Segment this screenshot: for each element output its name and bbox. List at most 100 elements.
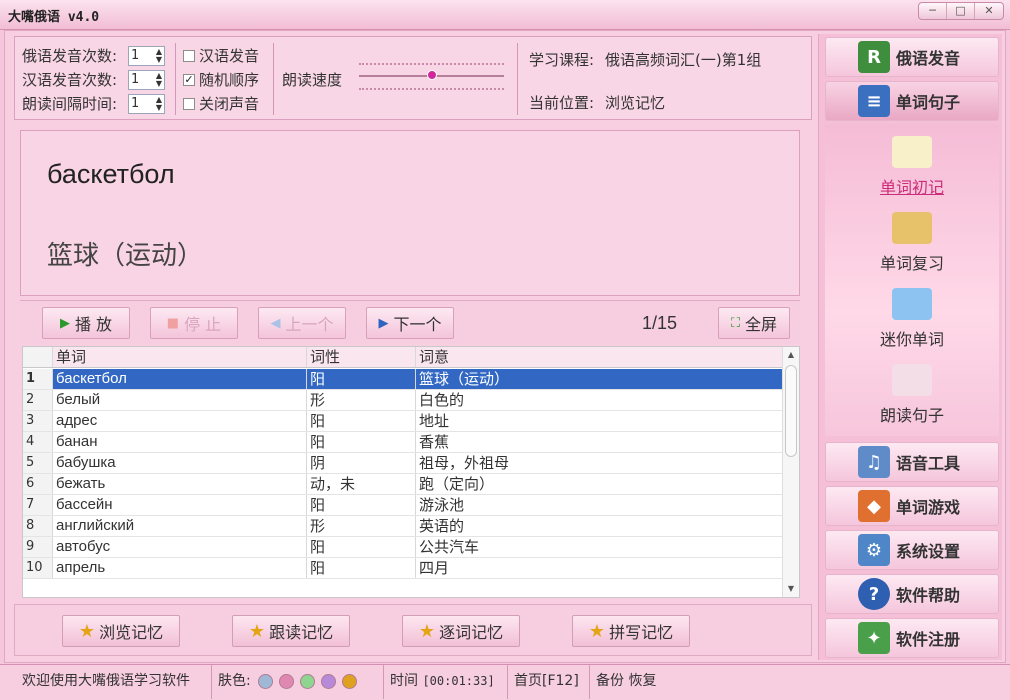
word-table: 单词 词性 词意 1 баскетбол 阳篮球（运动） 2 белый 形白色的 3 адр…	[22, 346, 800, 598]
row-word: бассейн	[53, 495, 307, 515]
skin-swatch-icon[interactable]	[342, 673, 358, 689]
sidebar-help[interactable]: ? 软件帮助	[825, 574, 999, 614]
backup-link[interactable]: 备份	[596, 673, 624, 689]
table-row[interactable]: 1 баскетбол 阳篮球（运动）	[23, 369, 783, 390]
row-meaning: 英语的	[416, 516, 783, 536]
sidebar-register[interactable]: ✦ 软件注册	[825, 618, 999, 658]
fullscreen-button[interactable]: ⛶ 全屏	[718, 307, 790, 339]
sidebar-russian-pronunciation[interactable]: R 俄语发音	[825, 37, 999, 77]
sub-read-sentences[interactable]: 朗读句子	[825, 364, 999, 426]
divider	[517, 43, 518, 115]
skin-swatch-icon[interactable]	[321, 673, 337, 689]
close-button[interactable]: ✕	[975, 3, 1003, 19]
play-label: 播 放	[74, 315, 113, 334]
ru-times-value: 1	[131, 48, 140, 63]
current-meaning: 篮球（运动）	[47, 241, 204, 271]
skin-swatch-icon[interactable]	[300, 673, 316, 689]
scroll-thumb[interactable]	[785, 365, 797, 457]
home-link[interactable]: 首页[F12]	[508, 665, 590, 699]
play-icon: ▶	[59, 315, 70, 331]
sidebar-label: 俄语发音	[896, 49, 961, 68]
play-button[interactable]: ▶ 播 放	[42, 307, 130, 339]
table-row[interactable]: 8 английский 形英语的	[23, 516, 783, 537]
row-index: 1	[23, 369, 53, 389]
sidebar-label: 软件注册	[896, 630, 961, 649]
cn-times-spinner[interactable]: 1 ▲ ▼	[128, 70, 165, 90]
slider-thumb[interactable]	[427, 70, 437, 80]
skin-swatch-icon[interactable]	[279, 673, 295, 689]
table-row[interactable]: 3 адрес 阳地址	[23, 411, 783, 432]
spin-arrows-icon[interactable]: ▲ ▼	[156, 48, 162, 64]
header-word[interactable]: 单词	[53, 347, 307, 367]
header-pos[interactable]: 词性	[307, 347, 416, 367]
row-pos: 阳	[307, 432, 416, 452]
spelling-button[interactable]: ★ 拼写记忆	[572, 615, 690, 647]
random-order-checkbox[interactable]: ✓ 随机顺序	[183, 69, 259, 90]
speed-slider[interactable]	[359, 61, 504, 91]
sidebar-voice-tools[interactable]: ♫ 语音工具	[825, 442, 999, 482]
row-meaning: 跑（定向）	[416, 474, 783, 494]
row-index: 2	[23, 390, 53, 410]
sidebar-word-sentence[interactable]: ≡ 单词句子	[825, 81, 999, 121]
row-index: 8	[23, 516, 53, 536]
settings-panel: 俄语发音次数: 1 ▲ ▼ 汉语发音次数: 1 ▲ ▼ 朗读间隔时间: 1 ▲ ▼ 汉语发音…	[14, 36, 812, 120]
interval-spinner[interactable]: 1 ▲ ▼	[128, 94, 165, 114]
monitor-icon	[892, 288, 932, 320]
word-by-word-button[interactable]: ★ 逐词记忆	[402, 615, 520, 647]
table-row[interactable]: 5 бабушка 阴祖母，外祖母	[23, 453, 783, 474]
restore-link[interactable]: 恢复	[628, 673, 656, 689]
window-title: 大嘴俄语 v4.0	[8, 10, 100, 25]
table-header: 单词 词性 词意	[23, 347, 783, 368]
sub-word-review[interactable]: 单词复习	[825, 212, 999, 274]
table-row[interactable]: 2 белый 形白色的	[23, 390, 783, 411]
table-scrollbar[interactable]: ▲ ▼	[782, 347, 799, 597]
sidebar-system-settings[interactable]: ⚙ 系统设置	[825, 530, 999, 570]
follow-read-button[interactable]: ★ 跟读记忆	[232, 615, 350, 647]
header-index	[23, 347, 53, 367]
mute-label: 关闭声音	[199, 95, 260, 113]
sub-mini-words[interactable]: 迷你单词	[825, 288, 999, 350]
puzzle-icon: ◆	[858, 490, 890, 522]
row-pos: 阳	[307, 495, 416, 515]
row-index: 4	[23, 432, 53, 452]
stop-label: 停 止	[184, 315, 222, 334]
table-row[interactable]: 7 бассейн 阳游泳池	[23, 495, 783, 516]
scroll-down-icon[interactable]: ▼	[783, 581, 799, 597]
table-row[interactable]: 9 автобус 阳公共汽车	[23, 537, 783, 558]
stop-button[interactable]: ■ 停 止	[150, 307, 238, 339]
checkbox-box[interactable]	[183, 49, 195, 62]
row-word: баскетбол	[53, 369, 307, 389]
row-index: 6	[23, 474, 53, 494]
skin-selector: 肤色:	[212, 665, 384, 699]
sidebar-word-games[interactable]: ◆ 单词游戏	[825, 486, 999, 526]
mute-checkbox[interactable]: 关闭声音	[183, 93, 259, 114]
status-bar: 欢迎使用大嘴俄语学习软件 肤色: 时间 [00:01:33] 首页[F12] 备…	[0, 664, 1010, 700]
next-icon: ▶	[378, 315, 389, 331]
browse-memory-button[interactable]: ★ 浏览记忆	[62, 615, 180, 647]
word-counter: 1/15	[642, 313, 678, 333]
ru-times-spinner[interactable]: 1 ▲ ▼	[128, 46, 165, 66]
checkbox-box[interactable]	[183, 97, 195, 110]
row-word: белый	[53, 390, 307, 410]
fullscreen-label: 全屏	[745, 315, 778, 334]
slider-ticks	[359, 88, 504, 90]
sub-first-memory[interactable]: 单词初记	[825, 136, 999, 198]
star-icon: ★	[78, 620, 96, 642]
table-row[interactable]: 10 апрель 阳四月	[23, 558, 783, 579]
previous-button[interactable]: ◀ 上一个	[258, 307, 346, 339]
skin-swatch-icon[interactable]	[258, 673, 274, 689]
table-row[interactable]: 4 банан 阳香蕉	[23, 432, 783, 453]
checkbox-box[interactable]: ✓	[183, 73, 195, 86]
next-button[interactable]: ▶ 下一个	[366, 307, 454, 339]
stop-icon: ■	[166, 315, 180, 331]
spin-arrows-icon[interactable]: ▲ ▼	[156, 72, 162, 88]
spin-arrows-icon[interactable]: ▲ ▼	[156, 96, 162, 112]
maximize-button[interactable]: □	[947, 3, 975, 19]
row-pos: 阳	[307, 369, 416, 389]
scroll-up-icon[interactable]: ▲	[783, 347, 799, 363]
table-row[interactable]: 6 бежать 动，未 跑（定向）	[23, 474, 783, 495]
chinese-audio-checkbox[interactable]: 汉语发音	[183, 45, 259, 66]
time-label: 时间	[390, 673, 418, 689]
minimize-button[interactable]: ─	[919, 3, 947, 19]
header-meaning[interactable]: 词意	[416, 347, 783, 367]
